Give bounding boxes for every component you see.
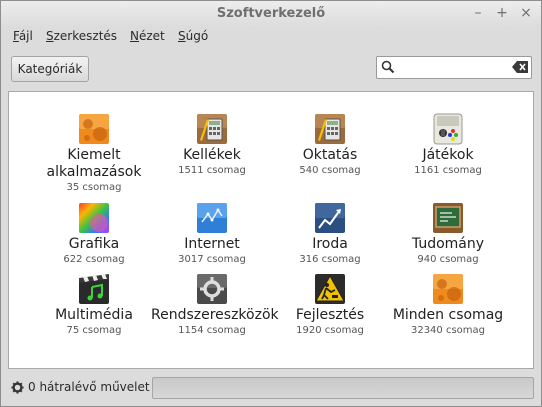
category-package-count: 540 csomag xyxy=(299,165,361,176)
category-label: Kellékek xyxy=(183,147,241,163)
science-icon xyxy=(433,203,463,233)
category-view: Kiemelt alkalmazások 35 csomag Kellékek 1511… xyxy=(8,91,534,369)
featured-icon xyxy=(79,114,109,144)
search-icon xyxy=(381,60,395,74)
category-package-count: 1511 csomag xyxy=(178,165,246,176)
category-package-count: 75 csomag xyxy=(66,325,122,336)
category-item[interactable]: Kiemelt alkalmazások 35 csomag xyxy=(33,113,155,193)
search-box[interactable] xyxy=(376,56,532,79)
category-item[interactable]: Oktatás 540 csomag xyxy=(269,113,391,176)
all-packages-icon xyxy=(433,274,463,304)
category-package-count: 1920 csomag xyxy=(296,325,364,336)
category-label: Oktatás xyxy=(302,147,358,163)
graphics-icon xyxy=(79,203,109,233)
close-button[interactable]: × xyxy=(517,4,535,22)
category-label: Minden csomag xyxy=(392,307,504,323)
clear-search-icon[interactable] xyxy=(512,61,528,73)
category-item[interactable]: Fejlesztés 1920 csomag xyxy=(269,273,391,336)
category-item[interactable]: Kellékek 1511 csomag xyxy=(151,113,273,176)
minimize-button[interactable]: – xyxy=(469,4,487,22)
category-item[interactable]: Internet 3017 csomag xyxy=(151,202,273,265)
category-package-count: 35 csomag xyxy=(66,182,122,193)
category-label-line2: alkalmazások xyxy=(46,164,142,180)
pending-actions-label: 0 hátralévő művelet xyxy=(28,380,150,394)
category-label: Iroda xyxy=(312,236,348,252)
games-icon xyxy=(433,113,463,145)
menu-bar: Fájl Szerkesztés Nézet Súgó xyxy=(1,27,541,47)
accessories-icon xyxy=(197,114,227,144)
maximize-button[interactable]: + xyxy=(493,4,511,22)
category-item[interactable]: Grafika 622 csomag xyxy=(33,202,155,265)
category-item[interactable]: Iroda 316 csomag xyxy=(269,202,391,265)
category-label: Multimédia xyxy=(55,307,133,323)
office-icon xyxy=(315,203,345,233)
menu-file[interactable]: Fájl xyxy=(13,29,33,43)
category-item[interactable]: Tudomány 940 csomag xyxy=(387,202,509,265)
menu-view[interactable]: Nézet xyxy=(130,29,165,43)
category-label: Internet xyxy=(184,236,240,252)
category-label: Grafika xyxy=(68,236,120,252)
toolbar: Kategóriák xyxy=(1,51,541,85)
gear-icon xyxy=(11,381,24,394)
development-icon xyxy=(315,274,345,304)
window-title: Szoftverkezelő xyxy=(216,6,326,21)
menu-edit[interactable]: Szerkesztés xyxy=(46,29,117,43)
multimedia-icon xyxy=(79,274,109,304)
category-package-count: 940 csomag xyxy=(417,254,479,265)
category-label: Játékok xyxy=(422,147,474,163)
category-package-count: 1154 csomag xyxy=(178,325,246,336)
menu-help[interactable]: Súgó xyxy=(178,29,208,43)
category-item[interactable]: Játékok 1161 csomag xyxy=(387,113,509,176)
software-manager-window: Szoftverkezelő – + × Fájl Szerkesztés Né… xyxy=(0,0,542,407)
category-package-count: 316 csomag xyxy=(299,254,361,265)
education-icon xyxy=(315,114,345,144)
system-tools-icon xyxy=(197,274,227,304)
category-package-count: 1161 csomag xyxy=(414,165,482,176)
category-package-count: 32340 csomag xyxy=(410,325,486,336)
category-package-count: 3017 csomag xyxy=(178,254,246,265)
category-item[interactable]: Minden csomag 32340 csomag xyxy=(387,273,509,336)
category-label: Rendszereszközök xyxy=(151,307,279,323)
category-item[interactable]: Multimédia 75 csomag xyxy=(33,273,155,336)
category-label: Fejlesztés xyxy=(295,307,365,323)
status-bar: 0 hátralévő művelet xyxy=(1,371,541,405)
category-label: Tudomány xyxy=(411,236,485,252)
category-grid: Kiemelt alkalmazások 35 csomag Kellékek 1511… xyxy=(9,92,533,368)
categories-button[interactable]: Kategóriák xyxy=(11,56,89,82)
title-bar[interactable]: Szoftverkezelő – + × xyxy=(1,1,541,27)
category-item[interactable]: Rendszereszközök 1154 csomag xyxy=(151,273,279,336)
internet-icon xyxy=(197,203,227,233)
category-package-count: 622 csomag xyxy=(63,254,125,265)
progress-bar xyxy=(152,377,534,399)
category-label: Kiemelt xyxy=(67,147,121,163)
search-input[interactable] xyxy=(399,59,507,75)
